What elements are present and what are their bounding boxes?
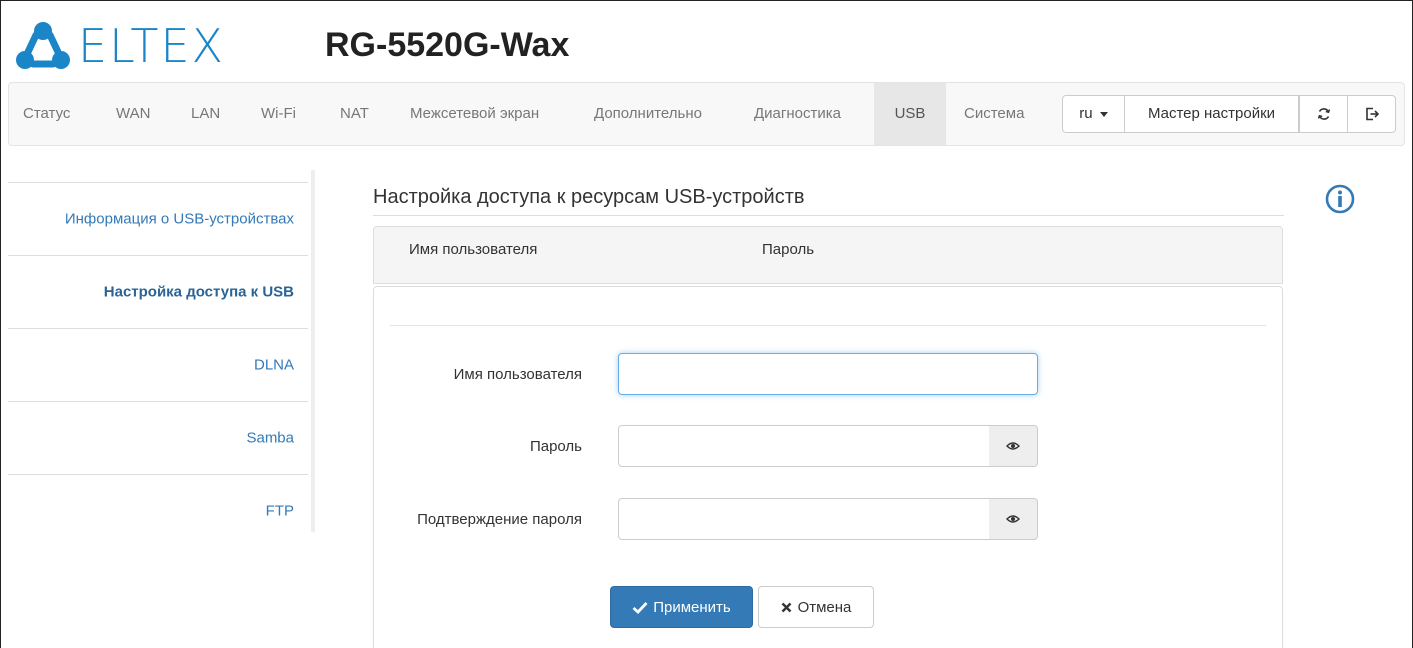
apply-label: Применить	[653, 598, 731, 616]
nav-usb[interactable]: USB	[874, 83, 946, 145]
sidebar-item-ftp[interactable]: FTP	[8, 474, 308, 547]
apply-button[interactable]: Применить	[610, 586, 753, 628]
sidebar-item-dlna[interactable]: DLNA	[8, 328, 308, 401]
nav-firewall[interactable]: Межсетевой экран	[410, 83, 539, 145]
checkmark-icon	[632, 601, 648, 614]
eye-icon	[1006, 442, 1020, 450]
sidebar: Информация о USB-устройствах Настройка д…	[8, 182, 308, 547]
show-password-button[interactable]	[989, 425, 1038, 467]
refresh-icon	[1317, 108, 1330, 120]
sidebar-item-usb-info[interactable]: Информация о USB-устройствах	[8, 182, 308, 255]
sidebar-divider	[311, 170, 315, 532]
password-input[interactable]	[618, 425, 990, 467]
nav-nat[interactable]: NAT	[340, 83, 369, 145]
language-value: ru	[1079, 105, 1093, 122]
sidebar-item-usb-access[interactable]: Настройка доступа к USB	[8, 255, 308, 328]
cancel-label: Отмена	[797, 598, 852, 616]
form-divider	[390, 325, 1266, 326]
show-confirm-password-button[interactable]	[989, 498, 1038, 540]
nav-wifi[interactable]: Wi-Fi	[261, 83, 296, 145]
sidebar-item-label: Настройка доступа к USB	[103, 283, 294, 301]
sidebar-item-label: Информация о USB-устройствах	[64, 210, 294, 228]
refresh-button[interactable]	[1299, 95, 1348, 133]
device-model: RG-5520G-Wax	[325, 26, 570, 64]
eltex-logo: ELTEX	[14, 18, 225, 74]
sidebar-item-label: FTP	[265, 502, 294, 520]
language-dropdown[interactable]: ru	[1062, 95, 1125, 133]
eye-icon	[1006, 515, 1020, 523]
column-username: Имя пользователя	[409, 241, 538, 258]
cancel-button[interactable]: Отмена	[758, 586, 874, 628]
users-table-header: Имя пользователя Пароль	[373, 226, 1283, 284]
username-input[interactable]	[618, 353, 1038, 395]
close-icon	[781, 602, 791, 612]
logo-text: ELTEX	[78, 19, 226, 73]
nav-status[interactable]: Статус	[23, 83, 70, 145]
caret-down-icon	[1099, 111, 1108, 117]
confirm-password-input[interactable]	[618, 498, 990, 540]
sidebar-item-samba[interactable]: Samba	[8, 401, 308, 474]
user-form-panel: Имя пользователя Пароль Подтверждение па…	[373, 286, 1283, 648]
sidebar-item-label: Samba	[246, 429, 294, 447]
setup-wizard-button[interactable]: Мастер настройки	[1124, 95, 1299, 133]
nav-wan[interactable]: WAN	[116, 83, 150, 145]
username-label: Имя пользователя	[453, 366, 582, 383]
logout-button[interactable]	[1347, 95, 1396, 133]
column-password: Пароль	[762, 241, 815, 258]
logout-icon	[1365, 107, 1379, 121]
nav-advanced[interactable]: Дополнительно	[594, 83, 702, 145]
nav-system[interactable]: Система	[964, 83, 1024, 145]
top-navbar: Статус WAN LAN Wi-Fi NAT Межсетевой экра…	[8, 82, 1405, 146]
nav-diagnostics[interactable]: Диагностика	[754, 83, 841, 145]
title-divider	[373, 215, 1284, 216]
eltex-logo-icon	[16, 22, 70, 69]
sidebar-item-label: DLNA	[253, 356, 294, 374]
confirm-password-label: Подтверждение пароля	[417, 511, 582, 528]
password-label: Пароль	[529, 438, 582, 455]
page-title: Настройка доступа к ресурсам USB-устройс…	[373, 186, 805, 208]
info-icon[interactable]	[1325, 184, 1355, 214]
nav-lan[interactable]: LAN	[191, 83, 220, 145]
